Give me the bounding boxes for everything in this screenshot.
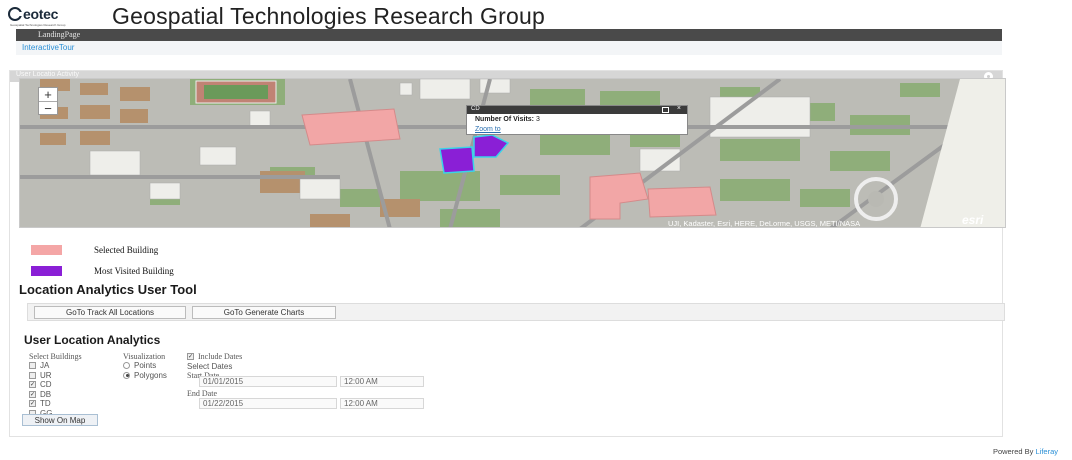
visits-value: 3 xyxy=(535,116,540,123)
legend-label: Selected Building xyxy=(94,245,159,255)
close-icon[interactable]: × xyxy=(677,105,681,112)
end-date-label: End Date xyxy=(187,389,217,398)
building-option-ja[interactable]: JA xyxy=(29,361,82,371)
main-nav: LandingPage xyxy=(16,29,1002,41)
legend-selected-building: Selected Building xyxy=(31,245,158,255)
end-date-input[interactable]: 01/22/2015 xyxy=(199,398,337,409)
viz-option-polygons[interactable]: Polygons xyxy=(123,371,167,381)
checkbox-checked[interactable]: ✓ xyxy=(29,381,36,389)
footer: Powered By Liferay xyxy=(993,447,1058,456)
logo-subtitle: Geospatial Technologies Research Group xyxy=(10,22,66,27)
campus-map[interactable]: + − CD × Number Of Visits: 3 Zoom to UJI… xyxy=(19,78,1006,228)
visualization-label: Visualization xyxy=(123,352,166,361)
building-select-column: Select Buildings JA UR ✓CD ✓DB ✓TD GG xyxy=(29,352,82,418)
select-buildings-label: Select Buildings xyxy=(29,352,82,361)
building-option-db[interactable]: ✓ DB xyxy=(29,390,82,400)
sub-nav: InteractiveTour xyxy=(16,41,1002,55)
tool-title: Location Analytics User Tool xyxy=(19,282,197,297)
geotec-logo[interactable]: eotec Geospatial Technologies Research G… xyxy=(8,6,106,27)
map-zoom-control: + − xyxy=(38,87,58,115)
legend-swatch-pink xyxy=(31,245,62,255)
logo-ring-icon xyxy=(8,6,23,21)
building-option-cd[interactable]: ✓ CD xyxy=(29,380,82,390)
site-header: eotec Geospatial Technologies Research G… xyxy=(8,2,545,29)
viz-option-points[interactable]: Points xyxy=(123,361,167,371)
building-info-popup: CD × Number Of Visits: 3 Zoom to xyxy=(466,105,688,135)
visualization-column: Visualization Points Polygons xyxy=(123,352,167,380)
visits-label: Number Of Visits: xyxy=(475,116,534,123)
checkbox-checked[interactable]: ✓ xyxy=(29,400,36,408)
building-option-ur[interactable]: UR xyxy=(29,371,82,381)
zoom-to-link[interactable]: Zoom to xyxy=(475,126,501,133)
map-basemap xyxy=(20,79,1005,227)
logo-text: eotec xyxy=(23,5,59,22)
maximize-icon[interactable] xyxy=(662,107,669,113)
legend-label: Most Visited Building xyxy=(94,266,174,276)
interactive-tour-link[interactable]: InteractiveTour xyxy=(22,43,74,52)
building-option-td[interactable]: ✓ TD xyxy=(29,399,82,409)
analytics-title: User Location Analytics xyxy=(24,333,161,347)
checkbox-checked[interactable]: ✓ xyxy=(187,353,194,361)
include-dates-option[interactable]: ✓ Include Dates xyxy=(187,352,242,362)
radio-selected[interactable] xyxy=(123,371,130,379)
popup-title-bar: CD × xyxy=(467,105,687,114)
show-on-map-button[interactable]: Show On Map xyxy=(22,414,98,426)
popup-visits: Number Of Visits: 3 xyxy=(475,116,540,123)
select-dates-label: Select Dates xyxy=(187,361,233,371)
portlet-title: User Locatio Activity xyxy=(16,71,80,78)
radio[interactable] xyxy=(123,362,130,370)
legend-most-visited: Most Visited Building xyxy=(31,266,174,276)
tool-button-bar: GoTo Track All Locations GoTo Generate C… xyxy=(27,303,1005,321)
map-attribution: UJI, Kadaster, Esri, HERE, DeLorme, USGS… xyxy=(668,219,861,228)
start-date-input[interactable]: 01/01/2015 xyxy=(199,376,337,387)
checkbox[interactable] xyxy=(29,362,36,370)
legend-swatch-purple xyxy=(31,266,62,276)
goto-generate-charts-button[interactable]: GoTo Generate Charts xyxy=(192,306,336,319)
site-title: Geospatial Technologies Research Group xyxy=(112,2,545,29)
zoom-in-button[interactable]: + xyxy=(39,88,57,101)
popup-building-code: CD xyxy=(471,106,480,112)
logo-wordmark: eotec xyxy=(8,6,106,22)
zoom-out-button[interactable]: − xyxy=(39,101,57,115)
start-time-input[interactable]: 12:00 AM xyxy=(340,376,424,387)
checkbox-checked[interactable]: ✓ xyxy=(29,390,36,398)
nav-item-landing-page[interactable]: LandingPage xyxy=(38,30,80,39)
end-time-input[interactable]: 12:00 AM xyxy=(340,398,424,409)
user-location-activity-portlet: User Locatio Activity + − CD × Number Of… xyxy=(9,70,1006,437)
checkbox[interactable] xyxy=(29,371,36,379)
liferay-link[interactable]: Liferay xyxy=(1035,447,1058,456)
footer-prefix: Powered By xyxy=(992,447,1034,456)
esri-logo[interactable]: esri xyxy=(962,213,983,227)
goto-track-all-locations-button[interactable]: GoTo Track All Locations xyxy=(34,306,186,319)
